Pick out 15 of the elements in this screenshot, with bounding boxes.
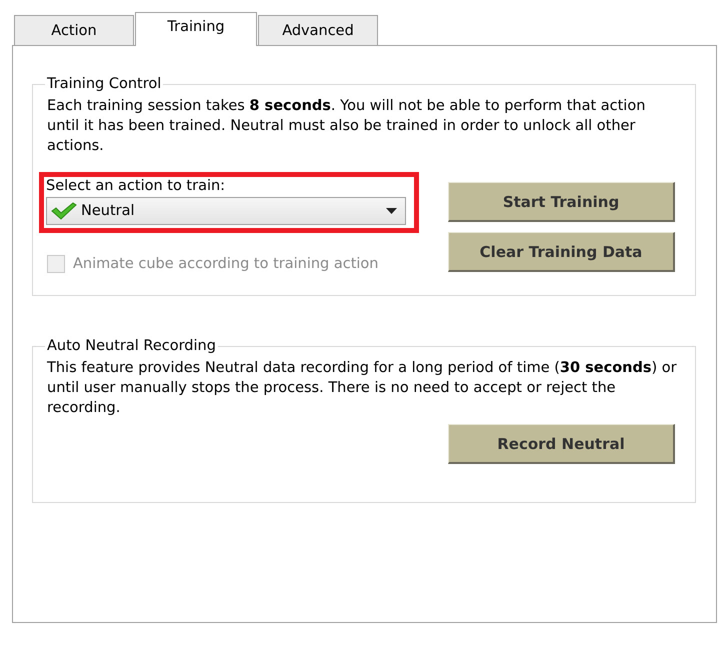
description: This feature provides Neutral data recording for a long period of time (30 seconds) or until user manually stops the process. There is no need to accept or reject the recording. bbox=[47, 359, 678, 418]
action-dropdown[interactable]: Neutral bbox=[46, 197, 406, 225]
caret-icon bbox=[386, 208, 397, 214]
select-label: Select an action to train: bbox=[46, 178, 226, 194]
action-button[interactable]: Start Training bbox=[448, 182, 675, 222]
dropdown-value: Neutral bbox=[81, 203, 136, 219]
description: Each training session takes 8 seconds. You will not be able to perform that action until it has been trained. Neutral must also be trained in order to unlock all other actions. bbox=[47, 97, 646, 156]
checkbox-label: Animate cube according to training action bbox=[73, 256, 378, 272]
group-title: Auto Neutral Recording bbox=[46, 338, 217, 354]
group-title: Training Control bbox=[46, 76, 162, 92]
tab[interactable]: Training bbox=[135, 12, 257, 46]
tab[interactable]: Advanced bbox=[258, 15, 378, 45]
record-button[interactable]: Record Neutral bbox=[448, 424, 675, 464]
tab[interactable]: Action bbox=[14, 15, 134, 45]
action-button[interactable]: Clear Training Data bbox=[448, 232, 675, 272]
